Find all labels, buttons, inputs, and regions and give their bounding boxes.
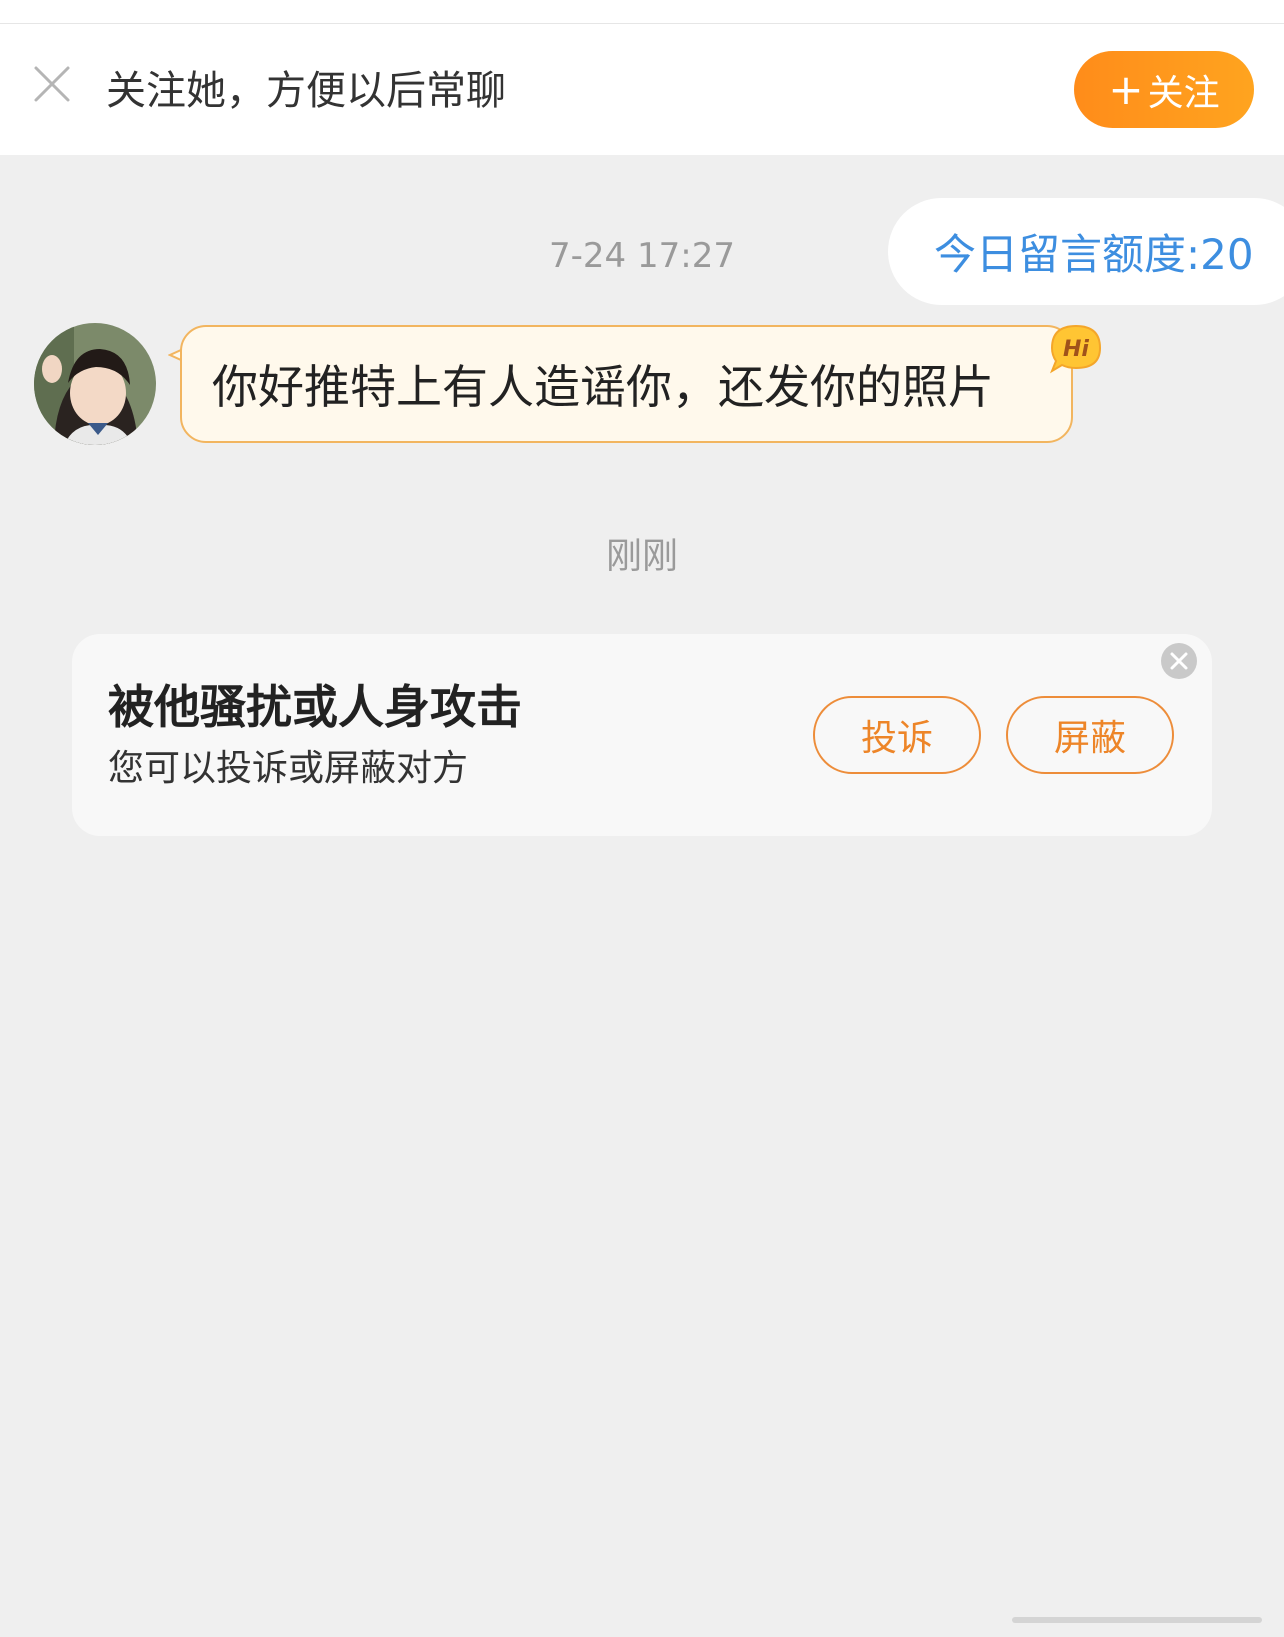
message-bubble[interactable]: 你好推特上有人造谣你，还发你的照片 — [180, 325, 1073, 443]
home-indicator — [1012, 1617, 1262, 1623]
message-timestamp-recent: 刚刚 — [605, 536, 678, 577]
message-timestamp: 7-24 17:27 — [549, 236, 735, 276]
harassment-report-card: 被他骚扰或人身攻击 您可以投诉或屏蔽对方 投诉 屏蔽 — [72, 634, 1212, 836]
close-circle-icon[interactable] — [1160, 642, 1198, 680]
status-strip — [0, 0, 1284, 24]
block-button[interactable]: 屏蔽 — [1006, 696, 1174, 774]
plus-icon: + — [1108, 64, 1144, 114]
follow-prompt-bar: 关注她，方便以后常聊 + 关注 — [0, 24, 1284, 155]
hi-badge-icon: Hi — [1046, 322, 1106, 374]
hi-badge-label: Hi — [1063, 337, 1089, 362]
message-text: 你好推特上有人造谣你，还发你的照片 — [212, 360, 994, 414]
report-card-title: 被他骚扰或人身攻击 — [108, 680, 522, 734]
avatar[interactable] — [34, 323, 156, 445]
follow-prompt-text: 关注她，方便以后常聊 — [106, 68, 506, 114]
report-card-subtitle: 您可以投诉或屏蔽对方 — [108, 748, 469, 789]
close-icon[interactable] — [32, 64, 72, 104]
report-button[interactable]: 投诉 — [813, 696, 981, 774]
follow-button-label: 关注 — [1147, 72, 1220, 114]
follow-button[interactable]: + 关注 — [1074, 51, 1254, 128]
